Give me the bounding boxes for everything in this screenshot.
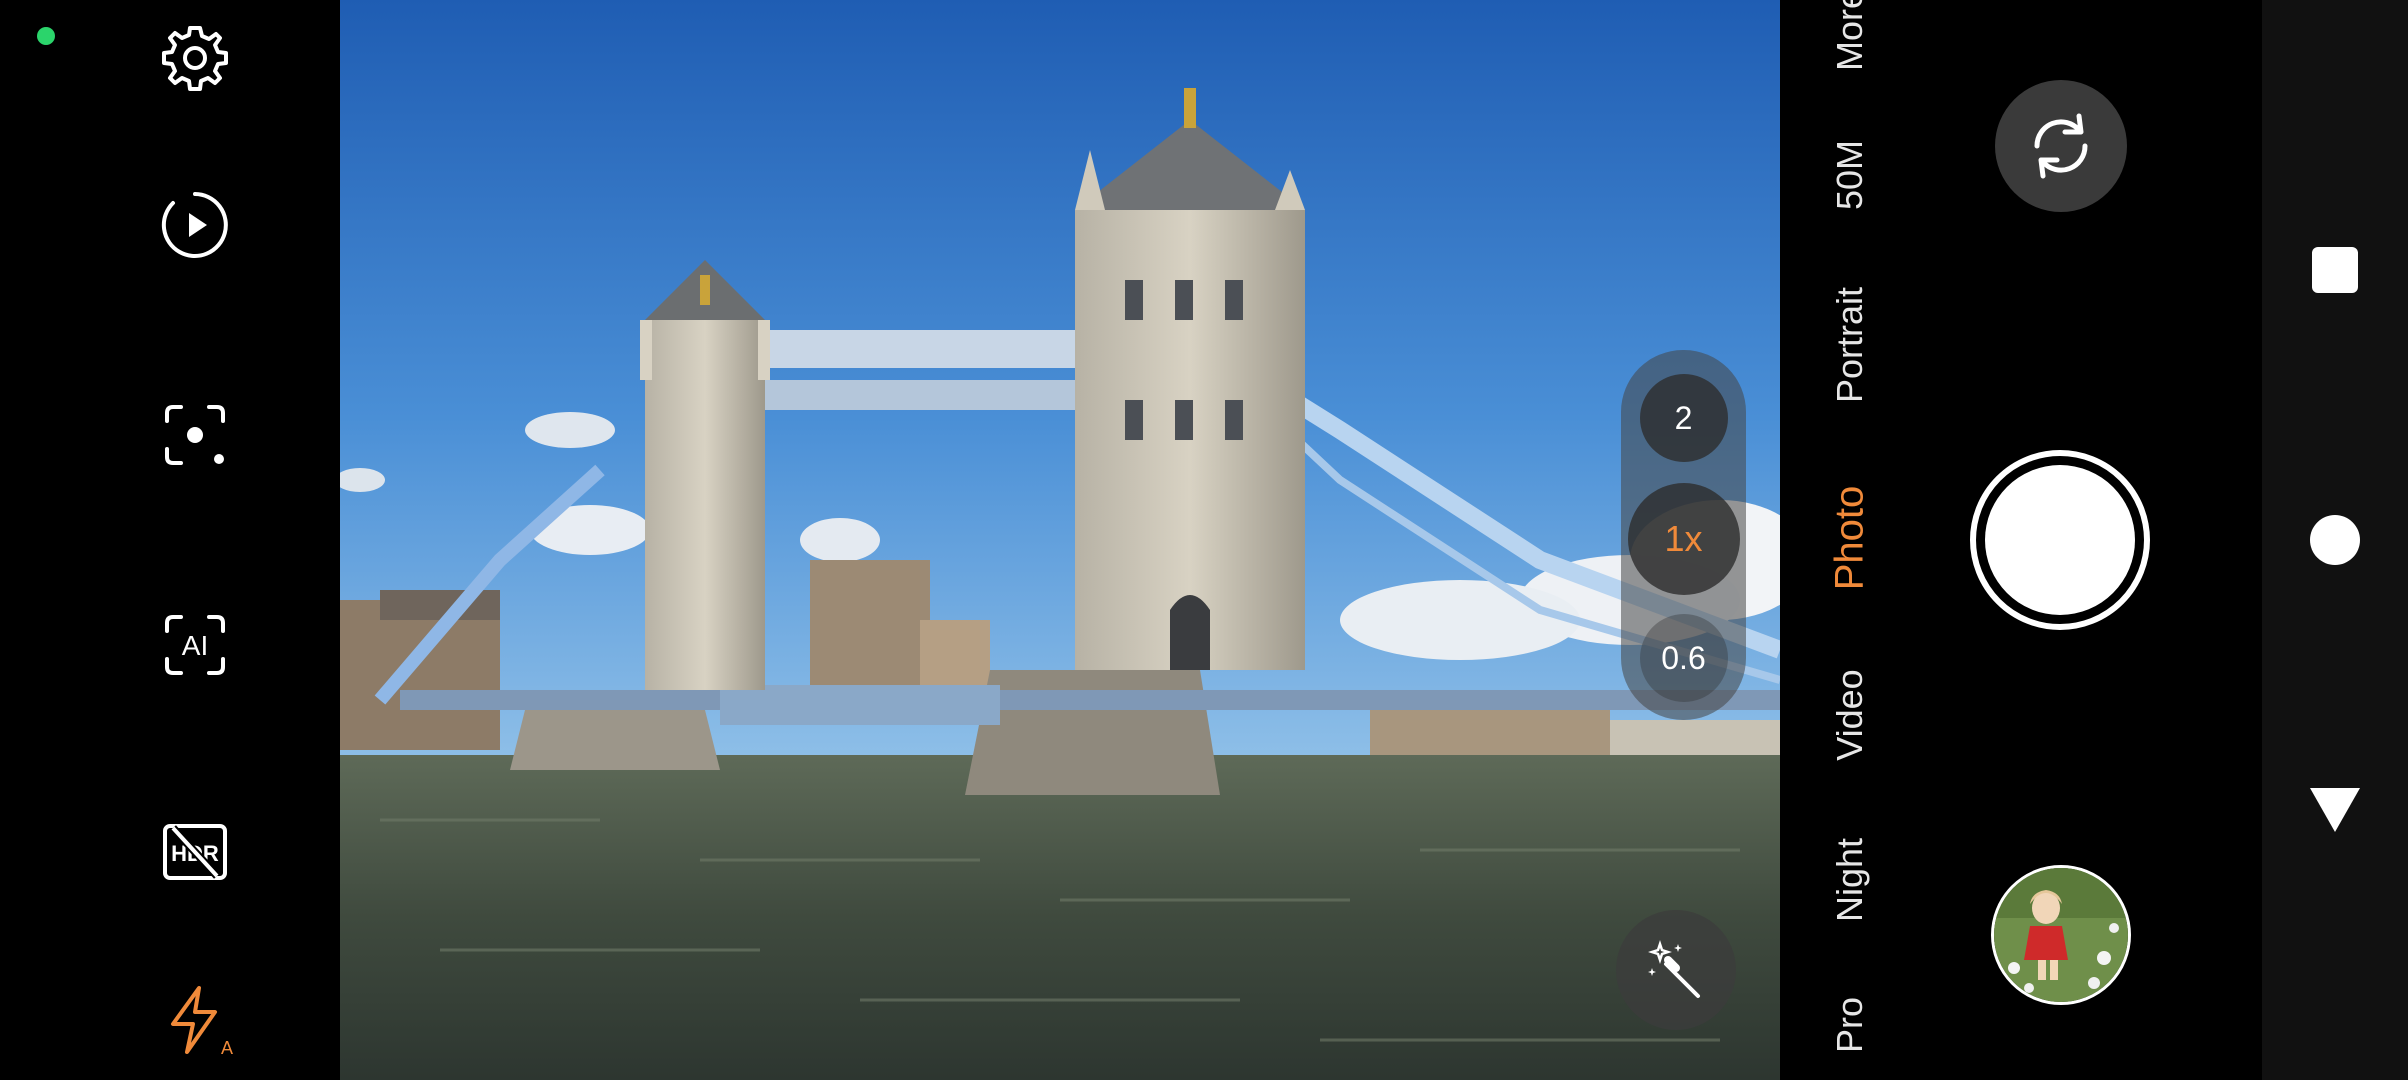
- mode-more[interactable]: More: [1829, 0, 1871, 71]
- status-indicator-dot: [37, 27, 55, 45]
- capture-controls: [1920, 0, 2260, 1080]
- zoom-2x-button[interactable]: 2: [1639, 374, 1728, 462]
- back-button[interactable]: [2285, 760, 2385, 860]
- magic-filter-button[interactable]: [1616, 910, 1736, 1030]
- camera-flip-icon: [2034, 113, 2088, 179]
- left-toolbar: AI HDR A: [0, 0, 340, 1080]
- timer-button[interactable]: [145, 175, 245, 275]
- home-button[interactable]: [2285, 490, 2385, 590]
- magic-wand-icon: [1648, 940, 1700, 998]
- settings-button[interactable]: [145, 8, 245, 108]
- zoom-0.6x-label: 0.6: [1661, 639, 1706, 676]
- flash-button[interactable]: A: [145, 970, 245, 1070]
- mode-night[interactable]: Night: [1829, 838, 1871, 922]
- timer-icon: [161, 192, 228, 258]
- shutter-button[interactable]: [1970, 450, 2150, 630]
- system-navigation-bar: [2262, 0, 2408, 1080]
- flash-mode-label: A: [221, 1038, 233, 1058]
- scene-detect-icon: [165, 405, 225, 465]
- mode-video[interactable]: Video: [1829, 669, 1871, 760]
- scene-detect-button[interactable]: [145, 385, 245, 485]
- switch-camera-button[interactable]: [1995, 80, 2127, 212]
- zoom-selector: 2 1x 0.6: [1621, 350, 1746, 720]
- recents-button[interactable]: [2285, 220, 2385, 320]
- mode-photo[interactable]: Photo: [1828, 486, 1873, 591]
- zoom-1x-button[interactable]: 1x: [1627, 483, 1740, 595]
- recents-square-icon: [2312, 247, 2358, 293]
- viewfinder-preview-image: [340, 0, 1780, 1080]
- zoom-1x-label: 1x: [1664, 518, 1703, 559]
- hdr-off-icon: HDR: [163, 824, 227, 880]
- gallery-thumbnail[interactable]: [1991, 865, 2131, 1005]
- ai-button[interactable]: AI: [145, 595, 245, 695]
- mode-portrait[interactable]: Portrait: [1829, 287, 1871, 403]
- flash-auto-icon: A: [171, 986, 233, 1058]
- mode-pro[interactable]: Pro: [1829, 997, 1871, 1053]
- camera-mode-strip: Pro Night Video Photo Portrait 50M More: [1780, 0, 1920, 1080]
- back-triangle-icon: [2310, 788, 2360, 832]
- gear-icon: [162, 26, 228, 91]
- zoom-2x-label: 2: [1674, 399, 1693, 436]
- mode-50m[interactable]: 50M: [1829, 140, 1871, 210]
- zoom-0.6x-button[interactable]: 0.6: [1639, 614, 1728, 702]
- shutter-inner-circle: [1985, 465, 2135, 615]
- ai-label: AI: [182, 630, 208, 661]
- home-circle-icon: [2310, 515, 2360, 565]
- gallery-thumbnail-image: [1994, 868, 2128, 1002]
- ai-icon: AI: [165, 615, 225, 675]
- camera-viewfinder[interactable]: 2 1x 0.6: [340, 0, 1780, 1080]
- hdr-button[interactable]: HDR: [145, 802, 245, 902]
